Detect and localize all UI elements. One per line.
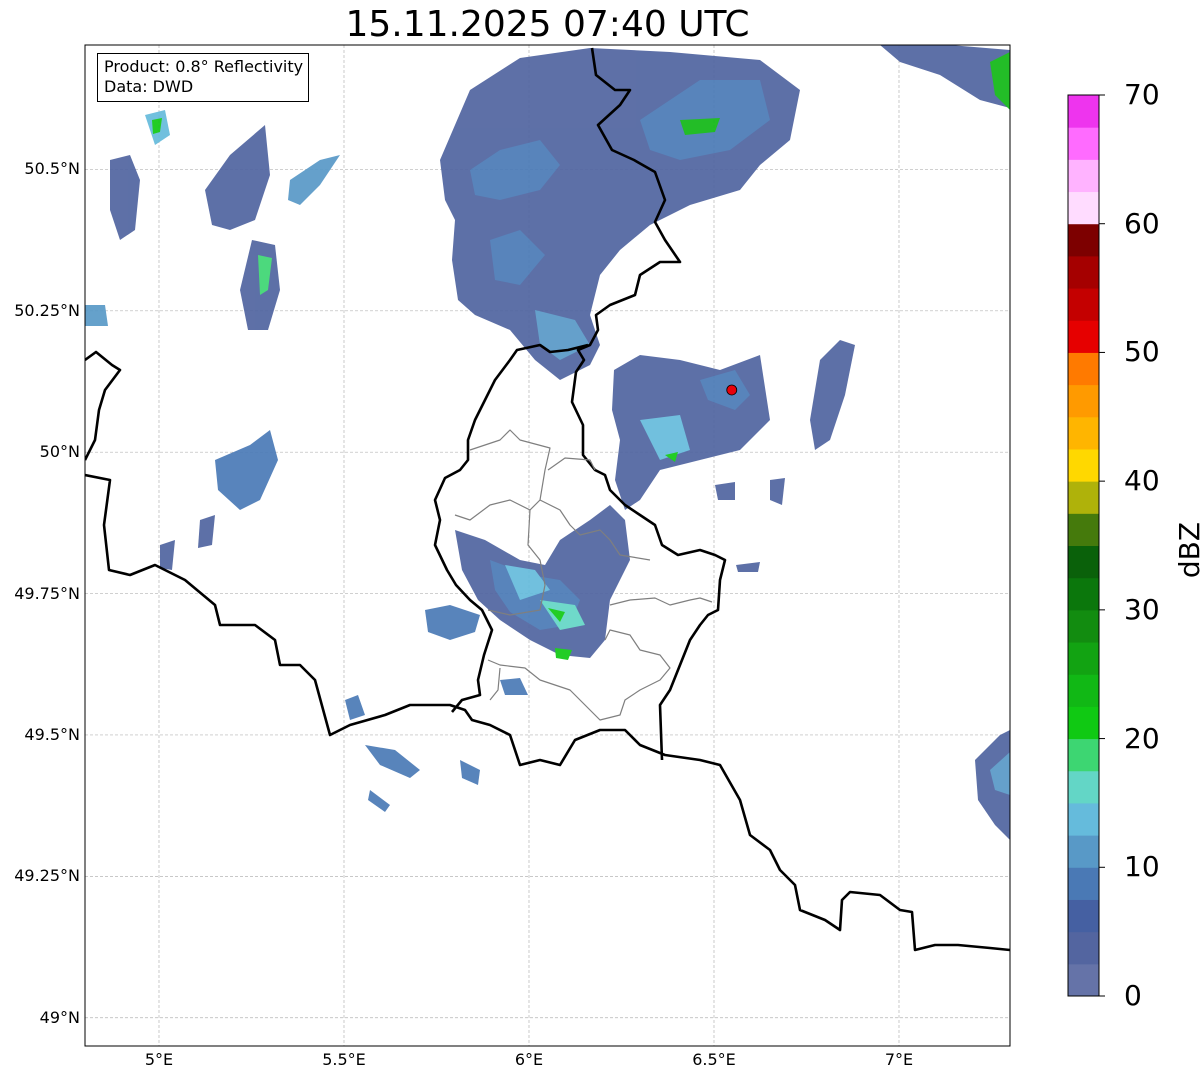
colorbar-segment xyxy=(1068,223,1099,257)
lat-tick-label: 49.5°N xyxy=(24,724,80,744)
lat-tick-label: 49°N xyxy=(39,1007,80,1027)
colorbar-segment xyxy=(1068,127,1099,160)
lon-tick-label: 5.5°E xyxy=(322,1050,366,1069)
colorbar-segment xyxy=(1068,899,1099,933)
colorbar-segment xyxy=(1068,159,1099,193)
colorbar-segment xyxy=(1068,770,1099,804)
colorbar-segment xyxy=(1068,448,1099,482)
lat-tick-label: 50.5°N xyxy=(24,159,80,179)
colorbar-segment xyxy=(1068,835,1099,868)
colorbar-segment xyxy=(1068,738,1099,772)
colorbar-tick-label: 20 xyxy=(1124,721,1160,755)
colorbar-segment xyxy=(1068,191,1099,225)
colorbar-segment xyxy=(1068,320,1099,353)
colorbar-segment xyxy=(1068,416,1099,450)
product-info-box: Product: 0.8° Reflectivity Data: DWD xyxy=(97,53,310,102)
product-label: Product: 0.8° Reflectivity xyxy=(104,57,304,76)
colorbar-tick-label: 40 xyxy=(1124,464,1160,498)
lat-tick-label: 49.25°N xyxy=(14,866,80,886)
colorbar-segment xyxy=(1068,802,1099,836)
colorbar-segment xyxy=(1068,481,1099,514)
colorbar-tick-label: 10 xyxy=(1124,850,1160,884)
colorbar-segment xyxy=(1068,95,1099,128)
colorbar-tick-label: 30 xyxy=(1124,592,1160,626)
colorbar-segment xyxy=(1068,706,1099,740)
lon-tick-label: 6°E xyxy=(514,1050,544,1069)
lon-tick-label: 5°E xyxy=(144,1050,174,1069)
lon-tick-label: 7°E xyxy=(884,1050,914,1069)
radar-echoes xyxy=(85,45,1010,840)
colorbar-tick-label: 50 xyxy=(1124,335,1160,369)
colorbar-segment xyxy=(1068,642,1099,675)
colorbar-segment xyxy=(1068,577,1099,611)
colorbar-tick-label: 0 xyxy=(1124,979,1142,1012)
colorbar-segment xyxy=(1068,963,1099,997)
colorbar-segment xyxy=(1068,609,1099,643)
colorbar-segment xyxy=(1068,867,1099,900)
colorbar-segment xyxy=(1068,352,1099,386)
colorbar-segment xyxy=(1068,545,1099,579)
radar-site-marker xyxy=(726,384,738,396)
colorbar-segment xyxy=(1068,513,1099,546)
lon-tick-label: 6.5°E xyxy=(692,1050,736,1069)
radar-map xyxy=(84,44,1105,1047)
data-source-label: Data: DWD xyxy=(104,77,194,96)
lat-tick-label: 49.75°N xyxy=(14,583,80,603)
colorbar-segment xyxy=(1068,288,1099,321)
colorbar-segment xyxy=(1068,255,1099,289)
colorbar xyxy=(1067,94,1105,997)
colorbar-tick-label: 60 xyxy=(1124,206,1160,240)
radar-site-dot xyxy=(726,384,738,396)
lat-tick-label: 50°N xyxy=(39,442,80,462)
colorbar-segment xyxy=(1068,674,1099,707)
colorbar-label: dBZ xyxy=(1173,521,1202,579)
colorbar-tick-label: 70 xyxy=(1124,78,1160,111)
colorbar-segment xyxy=(1068,384,1099,418)
lat-tick-label: 50.25°N xyxy=(14,300,80,320)
colorbar-segment xyxy=(1068,931,1099,965)
